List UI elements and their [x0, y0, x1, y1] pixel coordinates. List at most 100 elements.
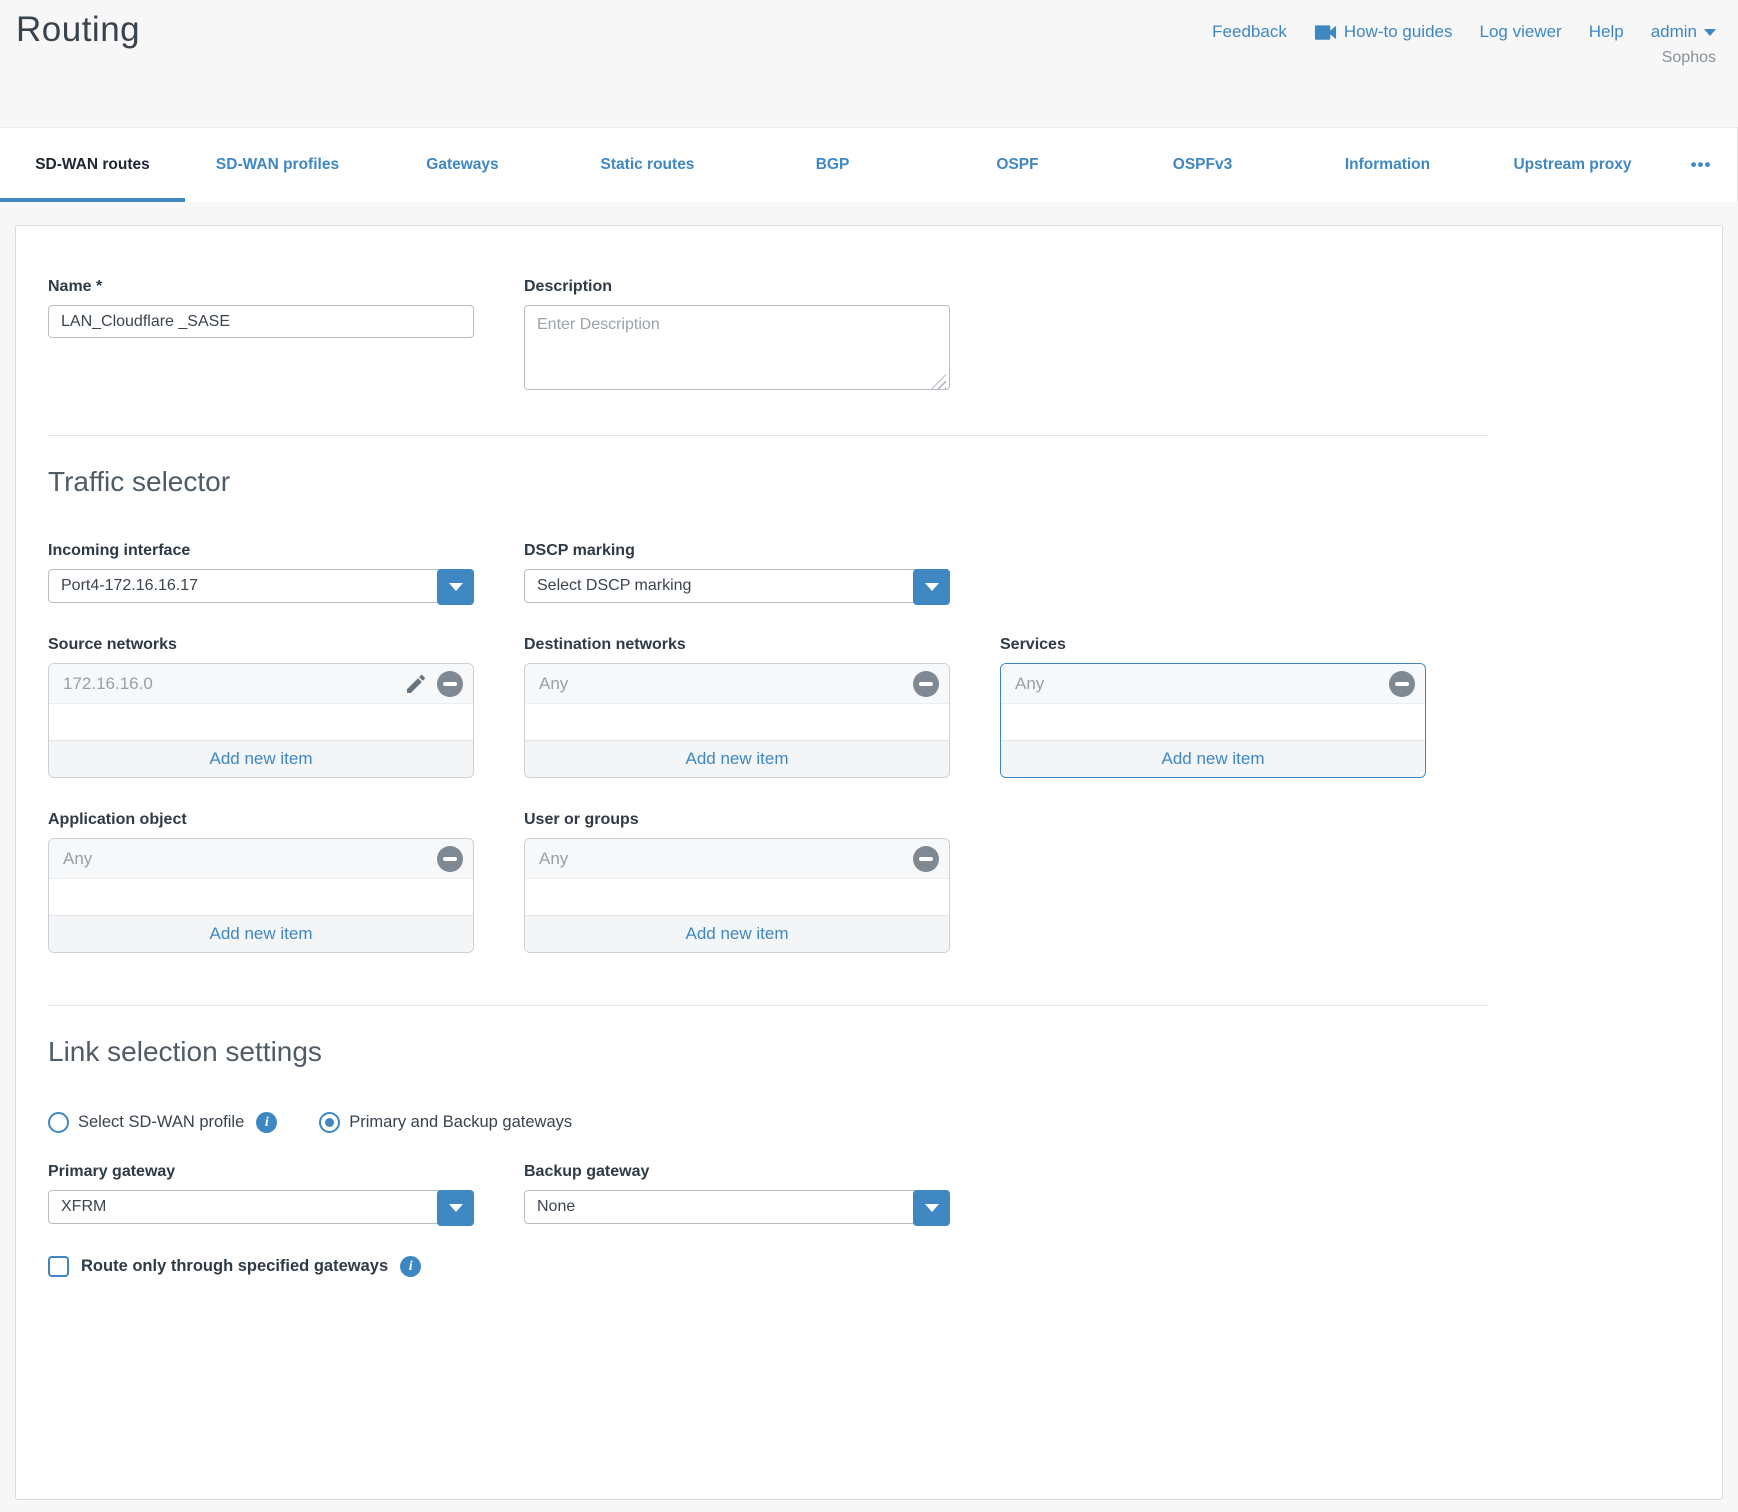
- log-viewer-label: Log viewer: [1480, 22, 1562, 42]
- tab-gateways[interactable]: Gateways: [370, 128, 555, 202]
- remove-item-icon[interactable]: [1389, 671, 1415, 697]
- dscp-marking-value: Select DSCP marking: [537, 577, 691, 595]
- list-item: Any: [525, 664, 949, 704]
- destination-networks-add-button[interactable]: Add new item: [525, 740, 949, 777]
- source-networks-label: Source networks: [48, 636, 474, 654]
- radio-primary-backup-gateways-label: Primary and Backup gateways: [349, 1113, 572, 1132]
- traffic-selector-heading: Traffic selector: [48, 466, 1690, 498]
- header-links: Feedback How-to guides Log viewer Help a…: [1212, 22, 1716, 42]
- section-divider: [48, 1005, 1488, 1006]
- howto-guides-label: How-to guides: [1344, 22, 1453, 42]
- page-header: Routing Feedback How-to guides Log viewe…: [0, 0, 1738, 127]
- tab-ospf[interactable]: OSPF: [925, 128, 1110, 202]
- info-icon[interactable]: i: [256, 1112, 277, 1133]
- item-list-empty-space: [525, 879, 949, 915]
- backup-gateway-dropdown-button[interactable]: [913, 1190, 950, 1226]
- service-value: Any: [1015, 674, 1044, 694]
- section-divider: [48, 435, 1488, 436]
- name-label: Name *: [48, 278, 474, 296]
- primary-gateway-label: Primary gateway: [48, 1163, 474, 1181]
- video-camera-icon: [1314, 24, 1337, 41]
- brand-label: Sophos: [1662, 49, 1716, 67]
- primary-gateway-dropdown-button[interactable]: [437, 1190, 474, 1226]
- help-label: Help: [1589, 22, 1624, 42]
- list-item: Any: [1001, 664, 1425, 704]
- dscp-marking-label: DSCP marking: [524, 542, 950, 560]
- radio-select-sdwan-profile[interactable]: [48, 1112, 69, 1133]
- destination-network-value: Any: [539, 674, 568, 694]
- source-networks-box: 172.16.16.0 Add new item: [48, 663, 474, 778]
- list-item: Any: [49, 839, 473, 879]
- list-item: Any: [525, 839, 949, 879]
- remove-item-icon[interactable]: [913, 846, 939, 872]
- chevron-down-icon: [449, 1204, 463, 1212]
- feedback-link[interactable]: Feedback: [1212, 22, 1287, 42]
- edit-pencil-icon[interactable]: [404, 672, 428, 696]
- incoming-interface-label: Incoming interface: [48, 542, 474, 560]
- admin-menu-label: admin: [1651, 22, 1697, 42]
- header-right: Feedback How-to guides Log viewer Help a…: [1212, 10, 1716, 127]
- route-only-row: Route only through specified gateways i: [48, 1256, 1690, 1277]
- tab-ospfv3[interactable]: OSPFv3: [1110, 128, 1295, 202]
- item-list-empty-space: [525, 704, 949, 740]
- remove-item-icon[interactable]: [913, 671, 939, 697]
- user-or-groups-box: Any Add new item: [524, 838, 950, 953]
- tab-sdwan-routes[interactable]: SD-WAN routes: [0, 128, 185, 202]
- tab-static-routes[interactable]: Static routes: [555, 128, 740, 202]
- incoming-interface-dropdown-button[interactable]: [437, 569, 474, 605]
- radio-select-sdwan-profile-label: Select SD-WAN profile: [78, 1113, 244, 1132]
- application-object-label: Application object: [48, 811, 474, 829]
- log-viewer-link[interactable]: Log viewer: [1480, 22, 1562, 42]
- primary-gateway-value: XFRM: [61, 1198, 106, 1216]
- backup-gateway-value: None: [537, 1198, 575, 1216]
- chevron-down-icon: [925, 583, 939, 591]
- application-object-add-button[interactable]: Add new item: [49, 915, 473, 952]
- chevron-down-icon: [925, 1204, 939, 1212]
- name-input[interactable]: [48, 305, 474, 338]
- application-object-box: Any Add new item: [48, 838, 474, 953]
- services-add-button[interactable]: Add new item: [1001, 740, 1425, 777]
- remove-item-icon[interactable]: [437, 846, 463, 872]
- help-link[interactable]: Help: [1589, 22, 1624, 42]
- list-item: 172.16.16.0: [49, 664, 473, 704]
- item-list-empty-space: [49, 879, 473, 915]
- route-only-checkbox-label: Route only through specified gateways: [81, 1257, 388, 1276]
- services-box: Any Add new item: [1000, 663, 1426, 778]
- destination-networks-label: Destination networks: [524, 636, 950, 654]
- route-only-checkbox[interactable]: [48, 1256, 69, 1277]
- primary-gateway-select[interactable]: XFRM: [48, 1190, 474, 1224]
- link-selection-radio-group: Select SD-WAN profile i Primary and Back…: [48, 1112, 1690, 1133]
- description-wrap: [524, 305, 950, 395]
- item-list-empty-space: [49, 704, 473, 740]
- info-icon[interactable]: i: [400, 1256, 421, 1277]
- howto-guides-link[interactable]: How-to guides: [1314, 22, 1453, 42]
- tab-information[interactable]: Information: [1295, 128, 1480, 202]
- incoming-interface-select[interactable]: Port4-172.16.16.17: [48, 569, 474, 603]
- user-or-groups-label: User or groups: [524, 811, 950, 829]
- description-input[interactable]: [524, 305, 950, 390]
- more-tabs-button[interactable]: •••: [1665, 128, 1737, 202]
- backup-gateway-label: Backup gateway: [524, 1163, 950, 1181]
- source-network-value: 172.16.16.0: [63, 674, 153, 694]
- user-or-groups-add-button[interactable]: Add new item: [525, 915, 949, 952]
- dscp-marking-dropdown-button[interactable]: [913, 569, 950, 605]
- remove-item-icon[interactable]: [437, 671, 463, 697]
- page-title: Routing: [16, 10, 140, 127]
- radio-primary-backup-gateways[interactable]: [319, 1112, 340, 1133]
- dscp-marking-select[interactable]: Select DSCP marking: [524, 569, 950, 603]
- link-selection-heading: Link selection settings: [48, 1036, 1690, 1068]
- tab-sdwan-profiles[interactable]: SD-WAN profiles: [185, 128, 370, 202]
- services-label: Services: [1000, 636, 1426, 654]
- feedback-link-label: Feedback: [1212, 22, 1287, 42]
- tab-upstream-proxy[interactable]: Upstream proxy: [1480, 128, 1665, 202]
- source-networks-add-button[interactable]: Add new item: [49, 740, 473, 777]
- user-or-groups-value: Any: [539, 849, 568, 869]
- admin-menu[interactable]: admin: [1651, 22, 1716, 42]
- backup-gateway-select[interactable]: None: [524, 1190, 950, 1224]
- chevron-down-icon: [1704, 29, 1716, 36]
- incoming-interface-value: Port4-172.16.16.17: [61, 577, 198, 595]
- item-list-empty-space: [1001, 704, 1425, 740]
- tab-bar: SD-WAN routes SD-WAN profiles Gateways S…: [0, 127, 1738, 202]
- tab-bgp[interactable]: BGP: [740, 128, 925, 202]
- chevron-down-icon: [449, 583, 463, 591]
